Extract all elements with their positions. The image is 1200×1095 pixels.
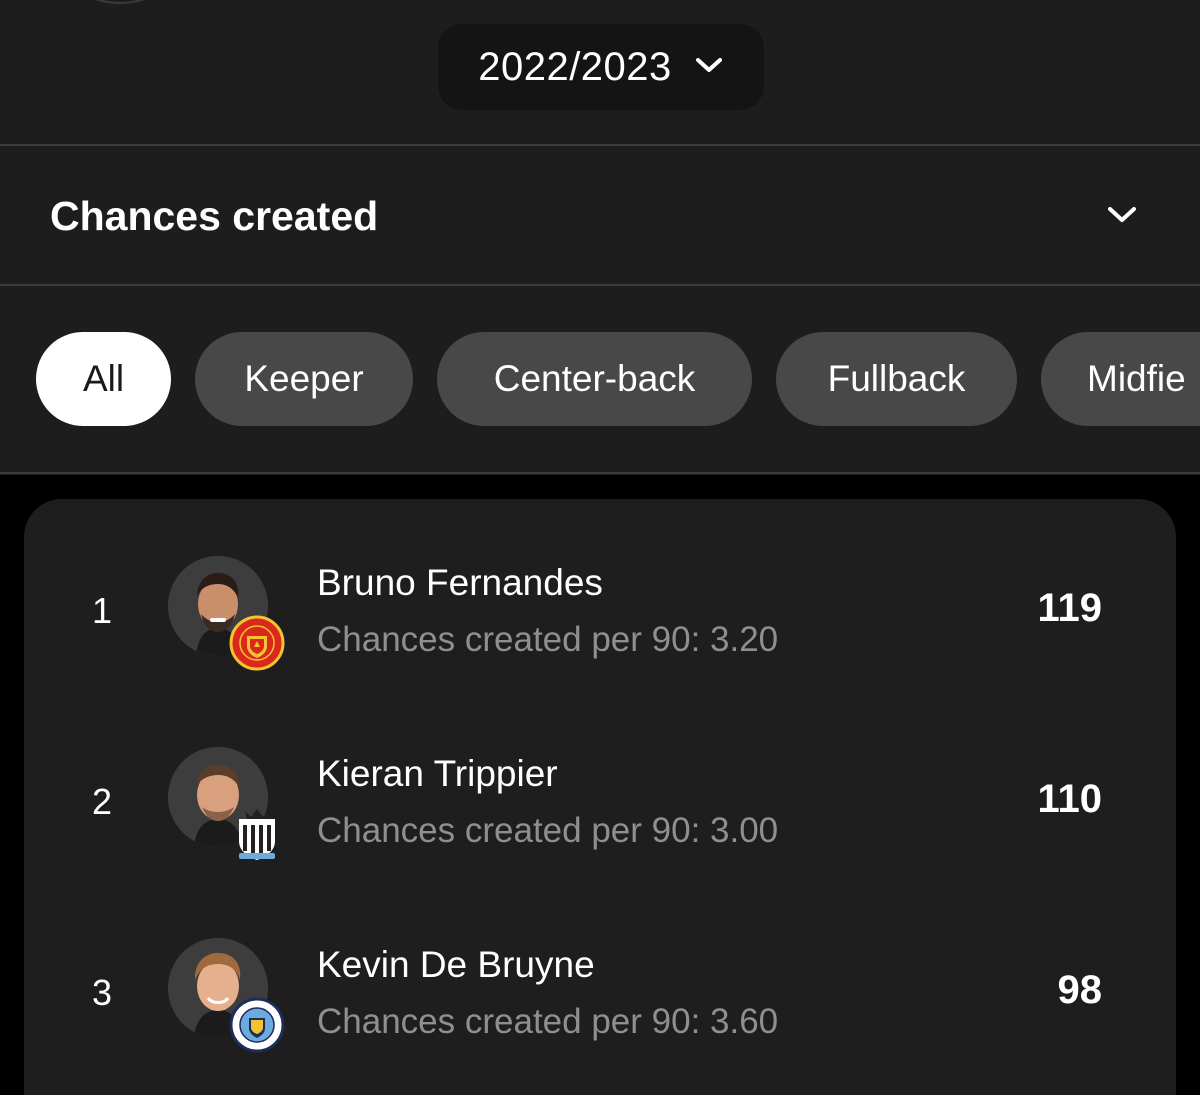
player-name: Kevin De Bruyne xyxy=(317,944,595,985)
chip-all[interactable]: All xyxy=(36,332,171,426)
chip-center-back[interactable]: Center-back xyxy=(437,332,752,426)
season-label: 2022/2023 xyxy=(478,44,672,89)
player-per90: Chances created per 90: 3.20 xyxy=(317,620,779,659)
chip-label: Center-back xyxy=(493,358,696,399)
player-name: Bruno Fernandes xyxy=(317,562,603,603)
player-per90: Chances created per 90: 3.00 xyxy=(317,811,779,850)
leaderboard-screen: 2022/2023 Chances created All Keeper Cen… xyxy=(0,0,1200,1095)
chip-label: All xyxy=(82,358,125,399)
list-item[interactable]: 3 Kevin De Bruyne Chances created per 90… xyxy=(24,918,1176,1068)
season-dropdown[interactable]: 2022/2023 xyxy=(438,24,764,110)
rank: 3 xyxy=(92,972,113,1013)
position-filter-chips: All Keeper Center-back Fullback Midfie xyxy=(0,332,1200,428)
chip-fullback[interactable]: Fullback xyxy=(776,332,1017,426)
list-item[interactable]: 2 Kieran Trippier Chances created per 90… xyxy=(24,727,1176,877)
stat-selector[interactable]: Chances created xyxy=(0,146,1200,284)
stat-value: 98 xyxy=(1057,968,1103,1012)
chip-keeper[interactable]: Keeper xyxy=(195,332,413,426)
avatar xyxy=(78,0,162,4)
chip-label: Keeper xyxy=(244,358,364,399)
chevron-down-icon xyxy=(1106,204,1138,231)
rank: 2 xyxy=(92,781,113,822)
divider xyxy=(0,472,1200,474)
leaderboard-list: 1 Bruno Fernandes Chances created per 90… xyxy=(24,499,1176,1095)
stat-value: 119 xyxy=(1037,586,1102,630)
manchester-city-badge-icon xyxy=(229,996,285,1054)
chip-label: Fullback xyxy=(827,358,966,399)
player-name: Kieran Trippier xyxy=(317,753,558,794)
rank: 1 xyxy=(92,590,113,631)
newcastle-united-badge-icon xyxy=(229,805,285,863)
player-per90: Chances created per 90: 3.60 xyxy=(317,1002,779,1041)
chip-label: Midfie xyxy=(1087,358,1186,399)
list-item[interactable]: 1 Bruno Fernandes Chances created per 90… xyxy=(24,536,1176,686)
chevron-down-icon xyxy=(694,55,724,80)
divider xyxy=(0,284,1200,286)
stat-value: 110 xyxy=(1037,777,1102,821)
chip-midfielder[interactable]: Midfie xyxy=(1041,332,1200,426)
filter-panel: 2022/2023 Chances created All Keeper Cen… xyxy=(0,0,1200,475)
manchester-united-badge-icon xyxy=(229,614,285,672)
stat-title: Chances created xyxy=(50,193,379,239)
